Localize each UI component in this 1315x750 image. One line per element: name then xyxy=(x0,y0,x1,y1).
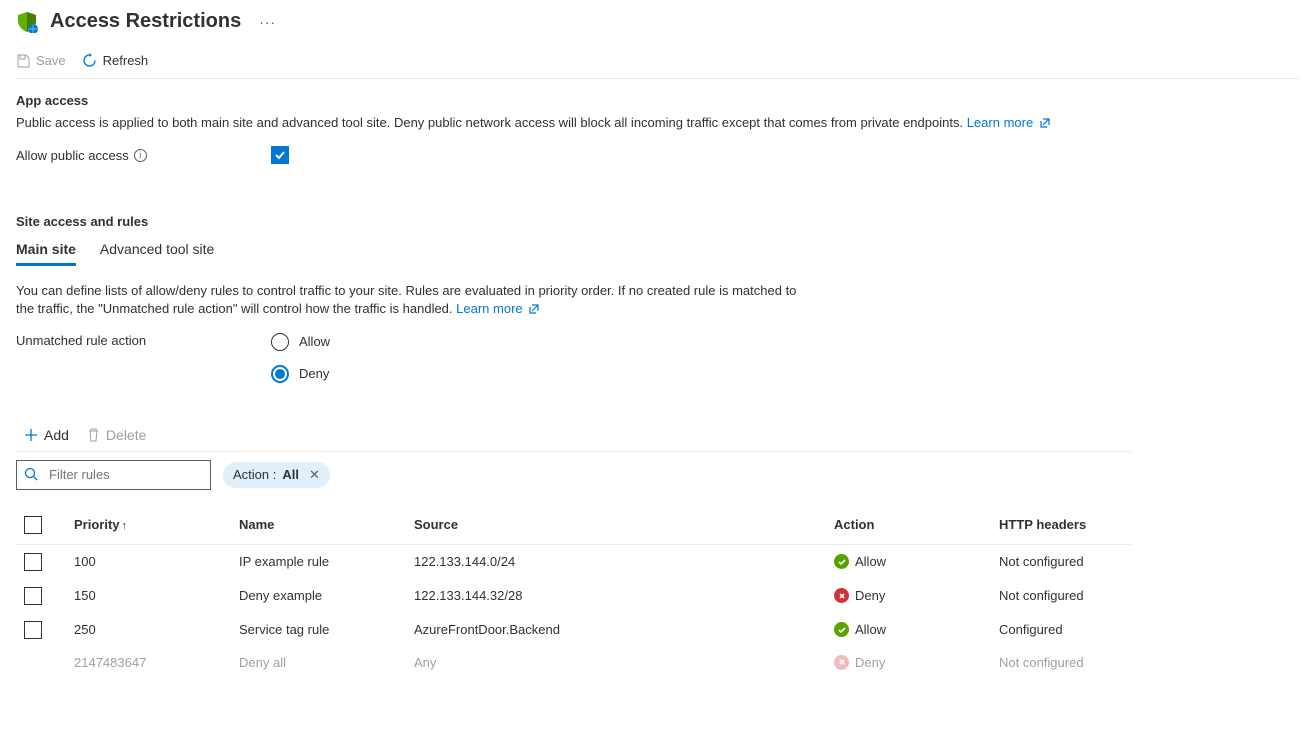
row-checkbox[interactable] xyxy=(24,587,42,605)
col-source[interactable]: Source xyxy=(406,506,826,545)
cell-source: 122.133.144.32/28 xyxy=(406,579,826,613)
shield-icon xyxy=(16,11,38,33)
radio-allow-label: Allow xyxy=(299,334,330,349)
search-icon xyxy=(24,467,39,485)
table-row[interactable]: 150Deny example122.133.144.32/28DenyNot … xyxy=(16,579,1131,613)
command-bar: Save Refresh xyxy=(16,45,1299,79)
filter-input[interactable] xyxy=(16,460,211,490)
unmatched-action-label: Unmatched rule action xyxy=(16,333,271,348)
trash-icon xyxy=(87,428,100,442)
site-access-heading: Site access and rules xyxy=(16,214,1299,229)
select-all-checkbox[interactable] xyxy=(24,516,42,534)
table-row[interactable]: 2147483647Deny allAnyDenyNot configured xyxy=(16,647,1131,678)
save-icon xyxy=(16,54,30,68)
cell-action: Deny xyxy=(826,647,991,678)
radio-deny-label: Deny xyxy=(299,366,329,381)
cell-action: Allow xyxy=(826,544,991,579)
cell-name: Service tag rule xyxy=(231,613,406,647)
row-checkbox[interactable] xyxy=(24,621,42,639)
app-access-heading: App access xyxy=(16,93,1299,108)
allow-icon xyxy=(834,554,849,569)
cell-name: Deny all xyxy=(231,647,406,678)
allow-public-checkbox[interactable] xyxy=(271,146,289,164)
sort-asc-icon: ↑ xyxy=(122,520,128,532)
cell-action: Deny xyxy=(826,579,991,613)
radio-allow[interactable] xyxy=(271,333,289,351)
col-name[interactable]: Name xyxy=(231,506,406,545)
cell-name: Deny example xyxy=(231,579,406,613)
plus-icon xyxy=(24,428,38,442)
tab-main-site[interactable]: Main site xyxy=(16,235,76,266)
cell-source: AzureFrontDoor.Backend xyxy=(406,613,826,647)
cell-http: Not configured xyxy=(991,579,1131,613)
cell-name: IP example rule xyxy=(231,544,406,579)
app-access-desc: Public access is applied to both main si… xyxy=(16,114,1299,132)
delete-button[interactable]: Delete xyxy=(87,427,146,443)
col-http[interactable]: HTTP headers xyxy=(991,506,1131,545)
radio-deny[interactable] xyxy=(271,365,289,383)
cell-action: Allow xyxy=(826,613,991,647)
chip-clear-icon[interactable]: ✕ xyxy=(309,467,320,483)
external-link-icon xyxy=(528,303,540,315)
page-title: Access Restrictions xyxy=(50,10,241,33)
external-link-icon xyxy=(1039,117,1051,129)
cell-source: Any xyxy=(406,647,826,678)
learn-more-app-access[interactable]: Learn more xyxy=(967,115,1051,130)
refresh-button[interactable]: Refresh xyxy=(82,53,149,68)
cell-http: Configured xyxy=(991,613,1131,647)
filter-chip-action[interactable]: Action : All ✕ xyxy=(223,462,330,488)
col-priority[interactable]: Priority↑ xyxy=(66,506,231,545)
check-icon xyxy=(274,149,286,161)
cell-priority: 150 xyxy=(66,579,231,613)
learn-more-site-access[interactable]: Learn more xyxy=(456,301,540,316)
save-button[interactable]: Save xyxy=(16,53,66,68)
col-action[interactable]: Action xyxy=(826,506,991,545)
cell-http: Not configured xyxy=(991,544,1131,579)
tab-advanced-tool-site[interactable]: Advanced tool site xyxy=(100,235,214,266)
filter-input-wrap xyxy=(16,460,211,490)
add-button[interactable]: Add xyxy=(24,427,69,443)
cell-http: Not configured xyxy=(991,647,1131,678)
refresh-icon xyxy=(82,53,97,68)
more-menu[interactable]: ··· xyxy=(259,14,276,30)
site-access-desc: You can define lists of allow/deny rules… xyxy=(16,282,806,318)
rules-table: Priority↑ Name Source Action HTTP header… xyxy=(16,506,1131,678)
cell-priority: 100 xyxy=(66,544,231,579)
cell-priority: 250 xyxy=(66,613,231,647)
cell-source: 122.133.144.0/24 xyxy=(406,544,826,579)
deny-icon xyxy=(834,655,849,670)
info-icon[interactable]: i xyxy=(134,149,147,162)
cell-priority: 2147483647 xyxy=(66,647,231,678)
row-checkbox[interactable] xyxy=(24,553,42,571)
table-row[interactable]: 250Service tag ruleAzureFrontDoor.Backen… xyxy=(16,613,1131,647)
table-row[interactable]: 100IP example rule122.133.144.0/24AllowN… xyxy=(16,544,1131,579)
allow-icon xyxy=(834,622,849,637)
deny-icon xyxy=(834,588,849,603)
divider xyxy=(16,451,1131,452)
allow-public-label: Allow public access i xyxy=(16,148,271,163)
